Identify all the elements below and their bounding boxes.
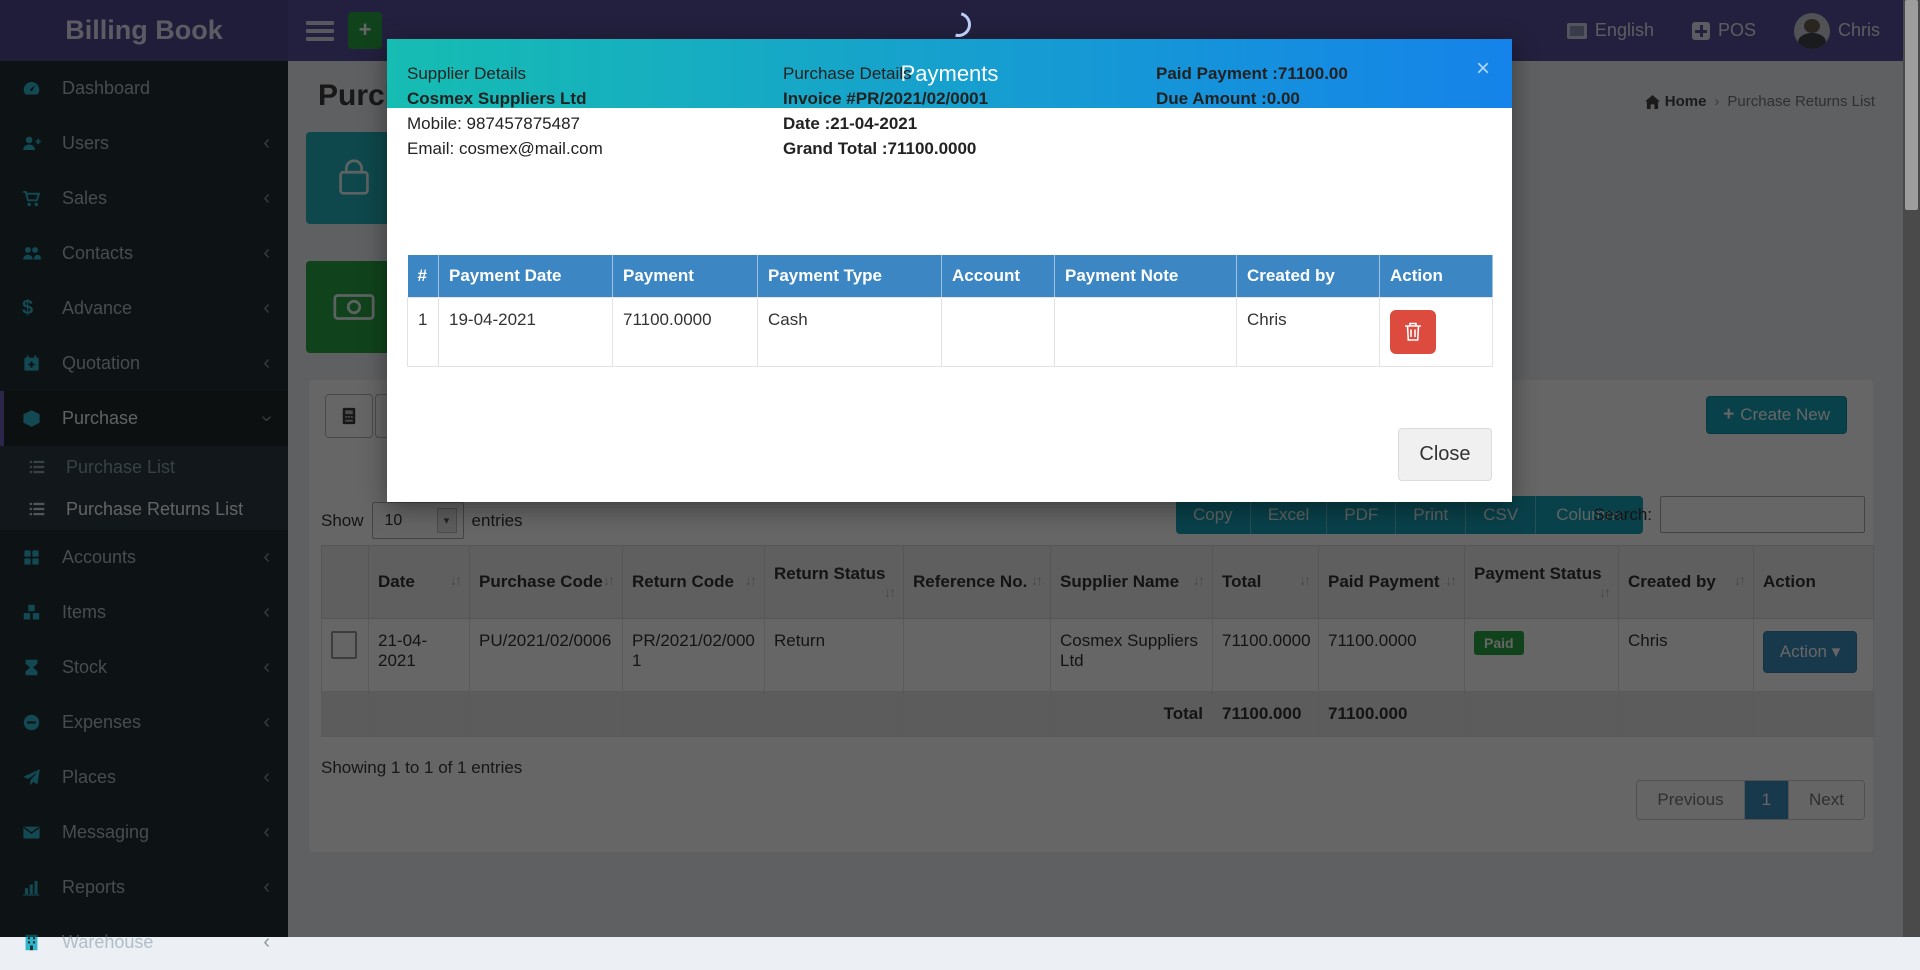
supplier-name: Cosmex Suppliers Ltd: [407, 86, 603, 111]
purchase-details-heading: Purchase Details: [783, 61, 988, 86]
purchase-date: Date :21-04-2021: [783, 111, 988, 136]
payment-amount: 71100.0000: [613, 297, 758, 366]
payment-created-by: Chris: [1237, 297, 1380, 366]
delete-payment-button[interactable]: [1390, 310, 1436, 354]
payment-type: Cash: [758, 297, 942, 366]
payment-note: [1055, 297, 1237, 366]
payments-table: # Payment Date Payment Payment Type Acco…: [407, 255, 1493, 367]
payments-col-date: Payment Date: [439, 255, 613, 297]
purchase-details: Purchase Details Invoice #PR/2021/02/000…: [783, 61, 988, 161]
supplier-mobile: Mobile: 987457875487: [407, 111, 603, 136]
payments-header-row: # Payment Date Payment Payment Type Acco…: [408, 255, 1493, 297]
payments-modal: Payments × Supplier Details Cosmex Suppl…: [387, 39, 1512, 502]
payments-col-note: Payment Note: [1055, 255, 1237, 297]
page-scrollbar[interactable]: [1903, 0, 1920, 937]
modal-close-button[interactable]: Close: [1398, 428, 1492, 481]
supplier-email: Email: cosmex@mail.com: [407, 136, 603, 161]
payments-col-account: Account: [942, 255, 1055, 297]
supplier-details-heading: Supplier Details: [407, 61, 603, 86]
payments-col-num: #: [408, 255, 439, 297]
purchase-grand-total: Grand Total :71100.0000: [783, 136, 988, 161]
paid-payment: Paid Payment :71100.00: [1156, 61, 1348, 86]
payment-account: [942, 297, 1055, 366]
payments-col-type: Payment Type: [758, 255, 942, 297]
payments-col-payment: Payment: [613, 255, 758, 297]
payments-col-created-by: Created by: [1237, 255, 1380, 297]
due-amount: Due Amount :0.00: [1156, 86, 1348, 111]
payment-num: 1: [408, 297, 439, 366]
scrollbar-thumb[interactable]: [1905, 0, 1918, 210]
payment-date: 19-04-2021: [439, 297, 613, 366]
supplier-details: Supplier Details Cosmex Suppliers Ltd Mo…: [407, 61, 603, 161]
payment-summary: Paid Payment :71100.00 Due Amount :0.00: [1156, 61, 1348, 111]
trash-icon: [1403, 321, 1423, 343]
close-icon[interactable]: ×: [1476, 55, 1490, 83]
payments-col-action: Action: [1380, 255, 1493, 297]
purchase-invoice: Invoice #PR/2021/02/0001: [783, 86, 988, 111]
payment-row: 1 19-04-2021 71100.0000 Cash Chris: [408, 297, 1493, 366]
